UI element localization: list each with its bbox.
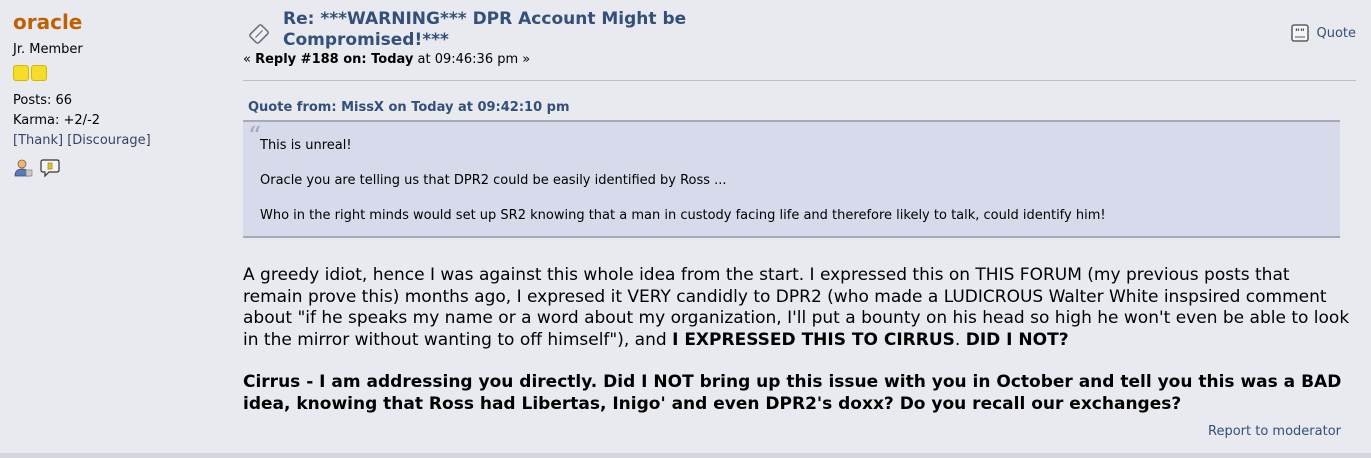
subject-line-2: Compromised!***: [283, 30, 449, 50]
quote-icon: " ": [1291, 24, 1310, 42]
paragraph-1-bold-2: DID I NOT?: [965, 329, 1069, 350]
poster-icons: [13, 157, 223, 179]
post-subject[interactable]: Re: ***WARNING*** DPR Account Might be C…: [283, 9, 723, 51]
report-to-moderator-link[interactable]: Report to moderator: [1208, 424, 1341, 439]
quote-line-1: This is unreal!: [260, 138, 352, 153]
poster-username[interactable]: oracle: [13, 10, 223, 34]
post-count: Posts: 66: [13, 93, 73, 108]
post-body: A greedy idiot, hence I was against this…: [243, 265, 1353, 415]
thank-link[interactable]: [Thank]: [13, 133, 63, 148]
reply-time: at 09:46:36 pm »: [413, 52, 531, 67]
subject-line-1: Re: ***WARNING*** DPR Account Might be: [283, 9, 687, 29]
profile-icon[interactable]: [13, 158, 33, 178]
paragraph-1-mid: .: [954, 329, 966, 350]
subject-icon: [249, 24, 269, 44]
reply-info: « Reply #188 on: Today at 09:46:36 pm »: [243, 52, 530, 67]
quote-label: Quote: [1316, 25, 1356, 41]
pm-icon[interactable]: [40, 158, 60, 178]
post-header: Re: ***WARNING*** DPR Account Might be C…: [243, 8, 1356, 81]
star-icon: [31, 65, 47, 81]
reply-number: Reply #188 on: Today: [255, 52, 414, 67]
star-icon: [13, 65, 29, 81]
quote-button[interactable]: " " Quote: [1291, 24, 1356, 42]
member-group: Jr. Member: [13, 42, 83, 57]
paragraph-1-bold-1: I EXPRESSED THIS TO CIRRUS: [672, 329, 955, 350]
post-paragraph-1: A greedy idiot, hence I was against this…: [243, 265, 1353, 351]
quote-line-2: Oracle you are telling us that DPR2 coul…: [260, 173, 727, 188]
karma-actions: [Thank] [Discourage]: [13, 131, 223, 151]
discourage-link[interactable]: [Discourage]: [67, 133, 150, 148]
quote-line-3: Who in the right minds would set up SR2 …: [260, 208, 1106, 223]
karma: Karma: +2/-2: [13, 113, 101, 128]
quote-header[interactable]: Quote from: MissX on Today at 09:42:10 p…: [248, 100, 570, 115]
rank-stars: [13, 65, 223, 83]
quote-box: “ This is unreal! Oracle you are telling…: [243, 120, 1340, 238]
reply-prefix: «: [243, 52, 256, 67]
post-paragraph-2: Cirrus - I am addressing you directly. D…: [243, 372, 1342, 414]
post-divider: [0, 453, 1371, 458]
poster-info: oracle Jr. Member Posts: 66 Karma: +2/-2…: [13, 10, 223, 179]
